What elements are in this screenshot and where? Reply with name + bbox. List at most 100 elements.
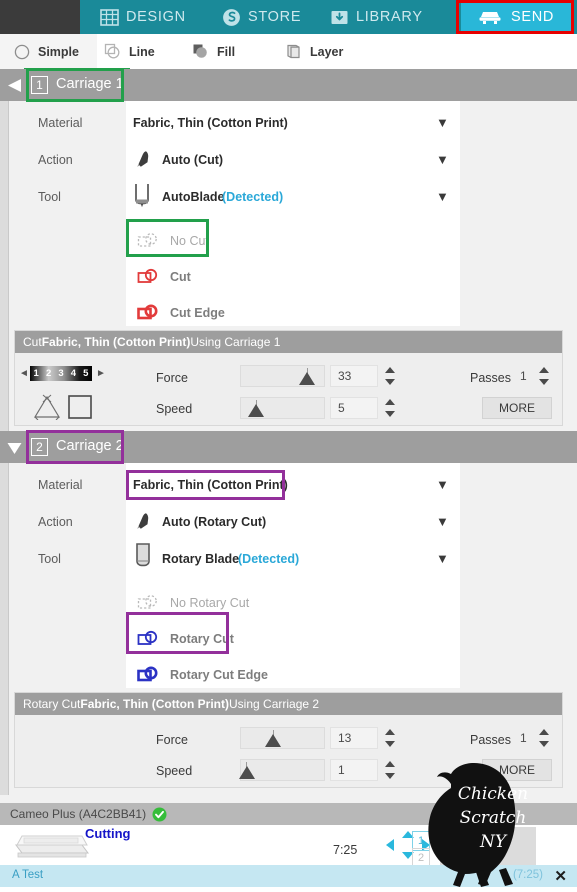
top-navigation-bar: DESIGN STORE LIBRARY SEND: [0, 0, 577, 34]
carriage-2-force-value[interactable]: 13: [330, 727, 378, 749]
carriage-1-speed-slider[interactable]: [240, 397, 325, 419]
rotary-cut-edge-icon: [137, 665, 161, 685]
tab-simple-label: Simple: [38, 44, 79, 59]
nav-tab-design-label: DESIGN: [126, 9, 186, 25]
triangle-down-icon[interactable]: [6, 442, 23, 461]
carriage-1-force-down-icon[interactable]: [385, 379, 395, 385]
tab-fill[interactable]: Fill: [192, 34, 235, 69]
carriage-2-action-title-material: Fabric, Thin (Cotton Print): [80, 697, 230, 711]
tab-line-label: Line: [129, 44, 155, 59]
blade-depth-decrease-arrow-icon[interactable]: ◄: [19, 368, 29, 379]
carriage-2-speed-stepper[interactable]: [384, 759, 396, 781]
carriage-1-tool-status: (Detected): [222, 190, 284, 204]
carriage-1-force-slider[interactable]: [240, 365, 325, 387]
carriage-1-passes-stepper[interactable]: [538, 365, 550, 387]
carriage-2-speed-slider-knob[interactable]: [239, 766, 255, 779]
cut-option-rotary-cut-edge[interactable]: Rotary Cut Edge: [137, 660, 268, 690]
carriage-2-tool-value[interactable]: Rotary Blade: [162, 552, 239, 566]
carriage-2-more-button[interactable]: MORE: [482, 759, 552, 781]
carriage-2-passes-down-icon[interactable]: [539, 741, 549, 747]
carriage-2-passes-stepper[interactable]: [538, 727, 550, 749]
carriage-1-force-stepper[interactable]: [384, 365, 396, 387]
carriage-1-passes-label: Passes: [470, 371, 511, 385]
tab-layer[interactable]: Layer: [285, 34, 343, 69]
carriage-1-force-label: Force: [156, 371, 188, 385]
tab-simple[interactable]: Simple: [14, 34, 79, 69]
carriage-1-action-value[interactable]: Auto (Cut): [162, 153, 223, 167]
autoblade-icon: [132, 182, 157, 210]
cut-edge-icon: [137, 303, 161, 323]
triangle-left-icon[interactable]: [6, 78, 23, 98]
job-state-label: Cutting: [85, 826, 131, 841]
tab-line[interactable]: Line: [104, 34, 155, 69]
carriage-2-force-stepper[interactable]: [384, 727, 396, 749]
cut-icon: [137, 267, 161, 287]
carriage-1-material-chevron-down-icon[interactable]: ▼: [436, 115, 449, 130]
carriage-2-highlight-box: [26, 430, 124, 464]
carriage-2-material-chevron-down-icon[interactable]: ▼: [436, 477, 449, 492]
silhouette-studio-send-panel: DESIGN STORE LIBRARY SEND Simple Line Fi…: [0, 0, 577, 887]
carriage-2-speed-label: Speed: [156, 764, 193, 778]
carriage-1-force-slider-knob[interactable]: [299, 372, 315, 385]
carriage-2-force-slider-knob[interactable]: [265, 734, 281, 747]
carriage-1-tool-value[interactable]: AutoBlade: [162, 190, 225, 204]
cut-option-rotary-cut-edge-label: Rotary Cut Edge: [170, 668, 268, 682]
blade-depth-indicator[interactable]: 1 2 3 4 5: [30, 366, 92, 381]
blade-tool-icon: [133, 149, 153, 169]
nav-tab-store[interactable]: STORE: [222, 0, 301, 34]
carriage-2-speed-up-icon[interactable]: [385, 761, 395, 767]
job-queue-bar: A Test (7:25) ✕: [0, 865, 577, 887]
carriage-1-action-title: Cut Fabric, Thin (Cotton Print) Using Ca…: [15, 331, 562, 353]
blade-tool-icon-2: [133, 511, 153, 531]
carriage-2-action-value[interactable]: Auto (Rotary Cut): [162, 515, 266, 529]
carriage-2-speed-slider[interactable]: [239, 759, 325, 781]
carriage-1-material-value[interactable]: Fabric, Thin (Cotton Print): [133, 116, 288, 130]
carriage-2-material-label: Material: [38, 478, 83, 492]
grid-icon: [100, 8, 119, 27]
carriage-1-speed-value[interactable]: 5: [330, 397, 378, 419]
carriage-2-passes-value[interactable]: 1: [513, 727, 537, 749]
device-status-bar: Cameo Plus (A4C2BB41): [0, 803, 577, 825]
carriage-2-passes-up-icon[interactable]: [539, 729, 549, 735]
carriage-2-force-down-icon[interactable]: [385, 741, 395, 747]
carriage-1-speed-slider-knob[interactable]: [248, 404, 264, 417]
carriage-1-speed-up-icon[interactable]: [385, 399, 395, 405]
carriage-1-passes-up-icon[interactable]: [539, 367, 549, 373]
carriage-1-action-title-material: Fabric, Thin (Cotton Print): [41, 335, 191, 349]
nav-tab-library-label: LIBRARY: [356, 9, 423, 25]
nav-tab-library[interactable]: LIBRARY: [330, 0, 423, 34]
carriage-2-speed-value[interactable]: 1: [330, 759, 378, 781]
close-x-icon[interactable]: ✕: [554, 867, 567, 885]
cut-option-cut-edge[interactable]: Cut Edge: [137, 298, 225, 328]
carriage-2-action-chevron-down-icon[interactable]: ▼: [436, 514, 449, 529]
carriage-1-action-title-prefix: Cut: [23, 335, 42, 349]
rotary-blade-icon: [132, 542, 158, 572]
cut-option-cut[interactable]: Cut: [137, 262, 191, 292]
test-cut-square-icon[interactable]: [68, 395, 92, 419]
test-cut-triangle-icon[interactable]: [32, 394, 62, 420]
library-download-icon: [330, 8, 349, 27]
nav-tab-design[interactable]: DESIGN: [100, 0, 186, 34]
carriage-1-speed-down-icon[interactable]: [385, 411, 395, 417]
carriage-1-force-up-icon[interactable]: [385, 367, 395, 373]
send-button[interactable]: [440, 827, 536, 865]
carriage-1-passes-down-icon[interactable]: [539, 379, 549, 385]
carriage-2-tool-chevron-down-icon[interactable]: ▼: [436, 551, 449, 566]
job-name: A Test: [12, 869, 44, 881]
carriage-1-speed-stepper[interactable]: [384, 397, 396, 419]
carriage-2-speed-down-icon[interactable]: [385, 773, 395, 779]
carriage-2-force-up-icon[interactable]: [385, 729, 395, 735]
carriage-2-tool-status: (Detected): [238, 552, 300, 566]
carriage-2-force-slider[interactable]: [240, 727, 325, 749]
tab-layer-label: Layer: [310, 44, 344, 59]
carriage-1-force-value[interactable]: 33: [330, 365, 378, 387]
carriage-1-tool-chevron-down-icon[interactable]: ▼: [436, 189, 449, 204]
carriage-1-action-chevron-down-icon[interactable]: ▼: [436, 152, 449, 167]
cut-option-no-rotary-cut-label: No Rotary Cut: [170, 596, 250, 610]
blade-depth-tick-3: 3: [58, 368, 64, 379]
carriage-1-passes-value[interactable]: 1: [513, 365, 537, 387]
blade-depth-increase-arrow-icon[interactable]: ►: [96, 368, 106, 379]
carriage-1-more-button[interactable]: MORE: [482, 397, 552, 419]
carriage-1-action-label: Action: [38, 153, 73, 167]
carriage-1-action-title-suffix: Using Carriage 1: [190, 335, 281, 349]
